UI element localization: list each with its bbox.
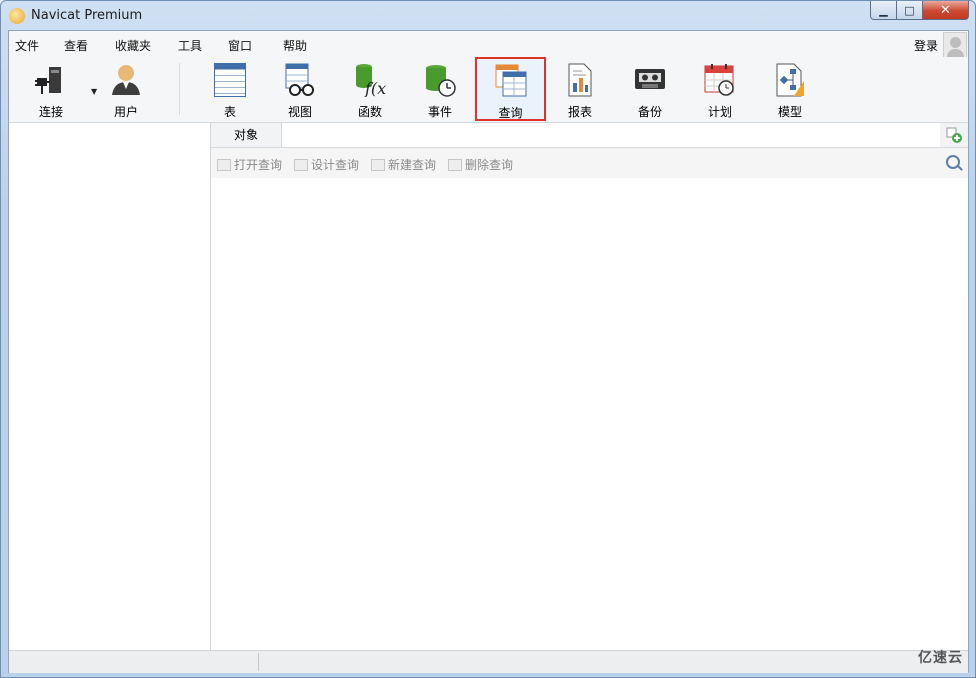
function-label: 函数 bbox=[357, 105, 382, 119]
report-button[interactable]: 报表 bbox=[546, 59, 614, 119]
view-label: 视图 bbox=[287, 105, 312, 119]
delete-query-label: 删除查询 bbox=[465, 158, 514, 172]
query-label: 查询 bbox=[498, 106, 523, 120]
table-icon bbox=[214, 63, 246, 97]
user-button[interactable]: 用户 bbox=[92, 59, 160, 119]
function-button[interactable]: f(x) 函数 bbox=[336, 59, 404, 119]
connect-button[interactable]: ▼ 连接 bbox=[17, 59, 97, 119]
object-list-area[interactable] bbox=[211, 178, 968, 650]
menu-tools[interactable]: 工具 bbox=[178, 37, 202, 54]
caption-buttons: ▁ □ ✕ bbox=[870, 1, 969, 21]
event-clock-icon bbox=[426, 65, 456, 97]
calendar-clock-icon bbox=[704, 64, 734, 96]
report-label: 报表 bbox=[567, 105, 592, 119]
backup-button[interactable]: 备份 bbox=[616, 59, 684, 119]
connect-label: 连接 bbox=[38, 105, 63, 119]
avatar-head-icon bbox=[950, 37, 961, 48]
title-bar[interactable]: Navicat Premium ▁ □ ✕ bbox=[1, 1, 975, 30]
tab-strip-empty bbox=[282, 123, 940, 148]
schedule-label: 计划 bbox=[707, 105, 732, 119]
schedule-button[interactable]: 计划 bbox=[686, 59, 754, 119]
model-button[interactable]: 模型 bbox=[756, 59, 824, 119]
user-icon bbox=[112, 65, 140, 95]
search-icon[interactable] bbox=[946, 155, 960, 169]
delete-query-icon bbox=[448, 158, 462, 171]
table-button[interactable]: 表 bbox=[196, 59, 264, 119]
tab-objects[interactable]: 对象 bbox=[211, 123, 282, 147]
view-glasses-icon bbox=[285, 63, 314, 96]
user-label: 用户 bbox=[113, 105, 138, 119]
navicat-app-icon bbox=[9, 8, 25, 24]
object-action-bar: 打开查询 设计查询 新建查询 删除查询 bbox=[211, 148, 968, 178]
event-label: 事件 bbox=[427, 105, 452, 119]
connection-tree-pane[interactable] bbox=[9, 123, 211, 650]
model-diagram-icon bbox=[776, 63, 804, 97]
main-toolbar: ▼ 连接 用户 表 视图 f(x 函数 事件 查询 报表 备份 计划 模型 bbox=[9, 57, 968, 123]
delete-query-button[interactable]: 删除查询 bbox=[448, 156, 513, 173]
window-title: Navicat Premium bbox=[31, 8, 143, 23]
svg-text:f(x): f(x) bbox=[364, 79, 386, 97]
client-area: 文件 查看 收藏夹 工具 窗口 帮助 登录 ▼ 连接 用户 表 视图 f(x 函… bbox=[8, 30, 969, 673]
query-button[interactable]: 查询 bbox=[475, 57, 546, 121]
view-button[interactable]: 视图 bbox=[266, 59, 334, 119]
object-tab-bar: 对象 bbox=[211, 123, 968, 148]
design-query-label: 设计查询 bbox=[311, 158, 360, 172]
menu-bar: 文件 查看 收藏夹 工具 窗口 帮助 登录 bbox=[9, 31, 968, 60]
backup-tape-icon bbox=[635, 69, 665, 89]
menu-help[interactable]: 帮助 bbox=[283, 37, 307, 54]
menu-favorites[interactable]: 收藏夹 bbox=[115, 37, 151, 54]
open-query-button[interactable]: 打开查询 bbox=[217, 156, 282, 173]
minimize-icon: ▁ bbox=[879, 3, 888, 17]
maximize-button[interactable]: □ bbox=[897, 1, 923, 20]
new-query-icon bbox=[371, 158, 385, 171]
backup-label: 备份 bbox=[637, 105, 662, 119]
menu-view[interactable]: 查看 bbox=[64, 37, 88, 54]
new-query-label: 新建查询 bbox=[388, 158, 437, 172]
status-bar bbox=[9, 650, 968, 673]
toolbar-separator bbox=[179, 63, 180, 115]
design-query-button[interactable]: 设计查询 bbox=[294, 156, 359, 173]
event-button[interactable]: 事件 bbox=[406, 59, 474, 119]
open-query-icon bbox=[217, 158, 231, 171]
watermark-text: 亿速云 bbox=[918, 650, 963, 666]
report-chart-icon bbox=[568, 63, 592, 97]
menu-file[interactable]: 文件 bbox=[15, 37, 39, 54]
menu-window[interactable]: 窗口 bbox=[228, 37, 252, 54]
new-tab-icon[interactable] bbox=[946, 127, 962, 143]
status-divider bbox=[258, 653, 259, 671]
model-label: 模型 bbox=[777, 105, 802, 119]
query-table-icon bbox=[495, 64, 527, 97]
open-query-label: 打开查询 bbox=[234, 158, 283, 172]
design-query-pencil-icon bbox=[294, 158, 308, 171]
function-fx-icon: f(x) bbox=[356, 64, 386, 97]
close-icon: ✕ bbox=[940, 2, 951, 18]
login-link[interactable]: 登录 bbox=[914, 37, 938, 54]
user-avatar[interactable] bbox=[943, 32, 967, 60]
minimize-button[interactable]: ▁ bbox=[870, 1, 897, 20]
maximize-icon: □ bbox=[904, 3, 915, 17]
new-query-button[interactable]: 新建查询 bbox=[371, 156, 436, 173]
close-button[interactable]: ✕ bbox=[923, 1, 969, 20]
table-label: 表 bbox=[223, 105, 236, 119]
main-window: Navicat Premium ▁ □ ✕ 文件 查看 收藏夹 工具 窗口 帮助… bbox=[0, 0, 976, 678]
connection-plug-icon bbox=[35, 67, 61, 94]
